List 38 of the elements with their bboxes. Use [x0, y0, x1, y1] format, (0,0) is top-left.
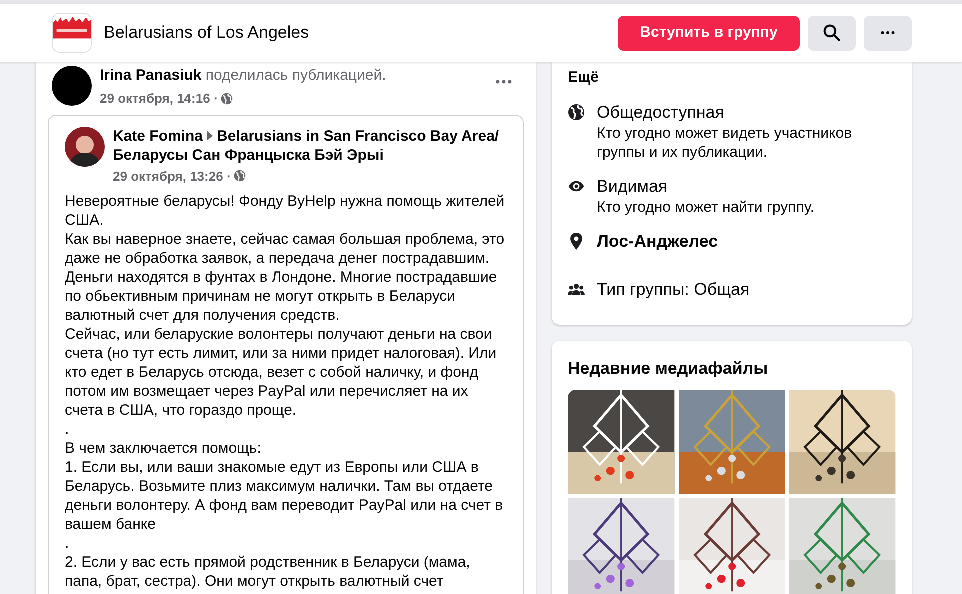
about-description: Кто угодно может найти группу. — [597, 198, 816, 217]
media-title: Недавние медиафайлы — [568, 359, 768, 378]
avatar — [52, 66, 92, 106]
group-link[interactable]: Беларусы Сан Францыска Бэй Эрыі — [113, 146, 384, 164]
about-title: Видимая — [597, 176, 669, 198]
post-text: . — [65, 420, 70, 439]
about-title: Тип группы: Общая — [597, 279, 750, 301]
post-text: Сейчас, или беларуские волонтеры получают деньги на свои счета (но тут есть лимит, или за ними придет налоговая). Или кто едет в Беларусь отсюда, везет с собой наличку, и фонд потом им возмещает через PayPal или перечисляет на их счета в США, что гораздо проще. — [65, 325, 498, 420]
post-time[interactable]: 29 октября, 13:26 · — [113, 166, 232, 186]
author-name[interactable]: Kate Fomina — [113, 126, 204, 146]
share-action: поделилась публикацией. — [206, 67, 386, 84]
group-link[interactable]: Belarusians in San Francisco Bay Area/ — [217, 126, 500, 146]
post-text: 1. Если вы, или ваши знакомые едут из Европы или США в Беларусь. Возьмите плиз максимум налички. Там вы отдаете деньги волонтеру. А фонд вам переводит PayPal или на счет в вашем банке — [65, 458, 504, 534]
location-pin-icon — [568, 233, 585, 250]
caret-icon — [207, 131, 214, 141]
globe-icon — [234, 170, 246, 182]
about-description: Кто угодно может видеть участников группы и их публикации. — [597, 124, 854, 162]
about-title: Лос-Анджелес — [597, 231, 718, 253]
post-text: В чем заключается помощь: — [65, 439, 262, 458]
group-name: Belarusians of Los Angeles — [104, 22, 310, 44]
more-icon — [496, 80, 512, 84]
group-logo — [52, 13, 92, 53]
post-text: 2. Если у вас есть прямой родственник в Беларуси (мама, папа, брат, сестра). Они могут открыть валютный счет — [65, 553, 472, 591]
avatar — [65, 126, 105, 166]
search-icon — [823, 24, 841, 42]
more-icon — [881, 31, 895, 35]
search-button[interactable] — [808, 16, 856, 50]
author-name[interactable]: Irina Panasiuk — [100, 67, 202, 84]
post-text: Невероятные беларусы! Фонду ByHelp нужна помощь жителей США. — [65, 192, 506, 230]
join-group-button[interactable]: Вступить в группу — [618, 16, 800, 50]
globe-icon — [221, 92, 234, 105]
post-time[interactable]: 29 октября, 14:16 · — [100, 89, 218, 108]
post-text: . — [65, 534, 70, 553]
post-text: Как вы наверное знаете, сейчас самая большая проблема, это даже не обработка заявок, а передача денег пострадавшим. Деньги находятся в фунтах в Лондоне. Многие пострадавшие по обьективным причинам не могут открыть в Беларуси валютный счет для получения средств. — [65, 230, 506, 325]
about-title: Общедоступная — [597, 102, 726, 124]
people-icon — [568, 281, 585, 298]
see-more-link[interactable]: Ещё — [568, 69, 600, 86]
globe-icon — [568, 104, 585, 121]
